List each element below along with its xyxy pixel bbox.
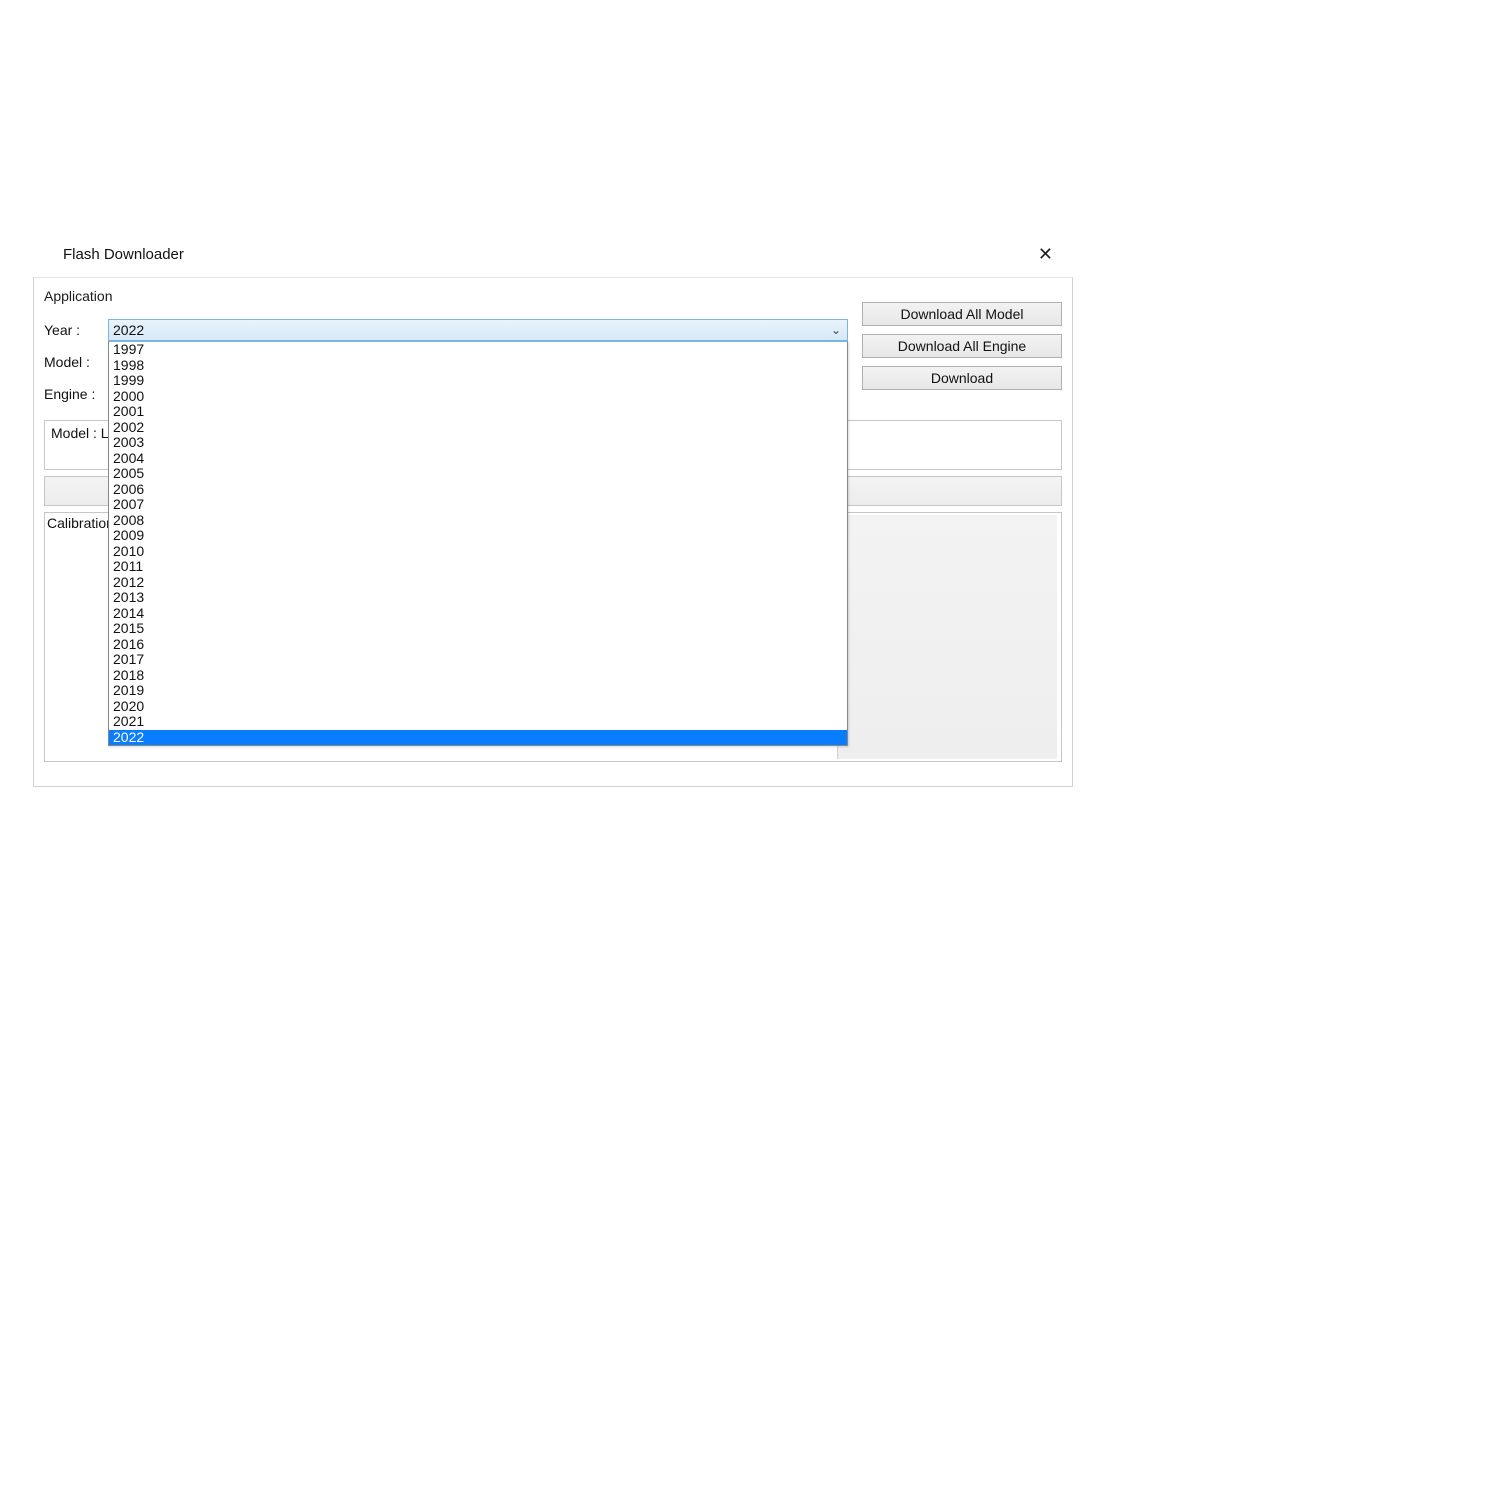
year-option[interactable]: 2007 — [109, 497, 847, 513]
year-dropdown-list: 1997199819992000200120022003200420052006… — [108, 341, 848, 746]
year-option[interactable]: 2005 — [109, 466, 847, 482]
year-option[interactable]: 1998 — [109, 358, 847, 374]
year-combo[interactable]: 2022 ⌄ — [108, 319, 848, 341]
year-label: Year : — [44, 322, 102, 338]
engine-label: Engine : — [44, 386, 102, 402]
year-option[interactable]: 2021 — [109, 714, 847, 730]
year-option[interactable]: 2019 — [109, 683, 847, 699]
year-option[interactable]: 2013 — [109, 590, 847, 606]
download-button[interactable]: Download — [862, 366, 1062, 390]
calibration-label: Calibration — [47, 515, 114, 531]
titlebar: Flash Downloader ✕ — [33, 238, 1073, 277]
year-option[interactable]: 2002 — [109, 420, 847, 436]
year-option[interactable]: 2009 — [109, 528, 847, 544]
year-option[interactable]: 2011 — [109, 559, 847, 575]
year-option[interactable]: 1999 — [109, 373, 847, 389]
model-label: Model : — [44, 354, 102, 370]
menu-application[interactable]: Application — [44, 288, 113, 304]
model-info-text: Model : L — [51, 425, 109, 441]
client-area: Application Year : 2022 ⌄ 19971998199920… — [33, 277, 1073, 787]
year-option[interactable]: 2008 — [109, 513, 847, 529]
year-option[interactable]: 1997 — [109, 342, 847, 358]
calibration-right — [837, 515, 1057, 759]
year-option[interactable]: 2015 — [109, 621, 847, 637]
year-option[interactable]: 2004 — [109, 451, 847, 467]
year-option[interactable]: 2001 — [109, 404, 847, 420]
year-option[interactable]: 2003 — [109, 435, 847, 451]
year-option[interactable]: 2016 — [109, 637, 847, 653]
window: Flash Downloader ✕ Application Year : 20… — [33, 238, 1073, 787]
chevron-down-icon: ⌄ — [831, 323, 841, 337]
row-year: Year : 2022 ⌄ 19971998199920002001200220… — [44, 314, 848, 346]
year-option[interactable]: 2022 — [109, 730, 847, 746]
year-option[interactable]: 2012 — [109, 575, 847, 591]
year-option[interactable]: 2000 — [109, 389, 847, 405]
year-option[interactable]: 2010 — [109, 544, 847, 560]
year-option[interactable]: 2006 — [109, 482, 847, 498]
download-all-model-button[interactable]: Download All Model — [862, 302, 1062, 326]
close-icon[interactable]: ✕ — [1032, 242, 1059, 267]
year-option[interactable]: 2018 — [109, 668, 847, 684]
download-all-engine-button[interactable]: Download All Engine — [862, 334, 1062, 358]
year-combo-wrap: 2022 ⌄ 199719981999200020012002200320042… — [108, 319, 848, 341]
year-option[interactable]: 2017 — [109, 652, 847, 668]
year-option[interactable]: 2014 — [109, 606, 847, 622]
year-combo-value: 2022 — [113, 322, 144, 338]
window-title: Flash Downloader — [63, 246, 184, 263]
form: Year : 2022 ⌄ 19971998199920002001200220… — [44, 314, 848, 410]
buttons-column: Download All Model Download All Engine D… — [862, 302, 1062, 390]
year-option[interactable]: 2020 — [109, 699, 847, 715]
